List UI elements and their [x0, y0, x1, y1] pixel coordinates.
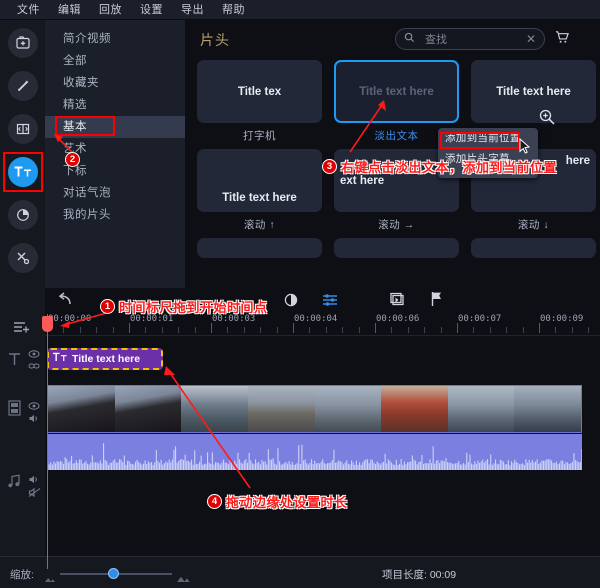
- app-window: 文件 编辑 回放 设置 导出 帮助 简介视频 全部 收藏夹 精选 基本 艺术 下…: [0, 0, 600, 588]
- annotation-badge-2: 2: [65, 152, 80, 167]
- annotation-text-4: 拖动边缘处设置时长: [226, 495, 348, 510]
- annotation-text-3: 右键点击淡出文本，添加到当前位置: [341, 160, 558, 175]
- annotation-badge-4: 4: [207, 494, 222, 509]
- annotation-badge-3: 3: [322, 159, 337, 174]
- annotation-badge-1: 1: [100, 299, 115, 314]
- annotation-text-1: 时间标尺拖到开始时间点: [119, 300, 268, 315]
